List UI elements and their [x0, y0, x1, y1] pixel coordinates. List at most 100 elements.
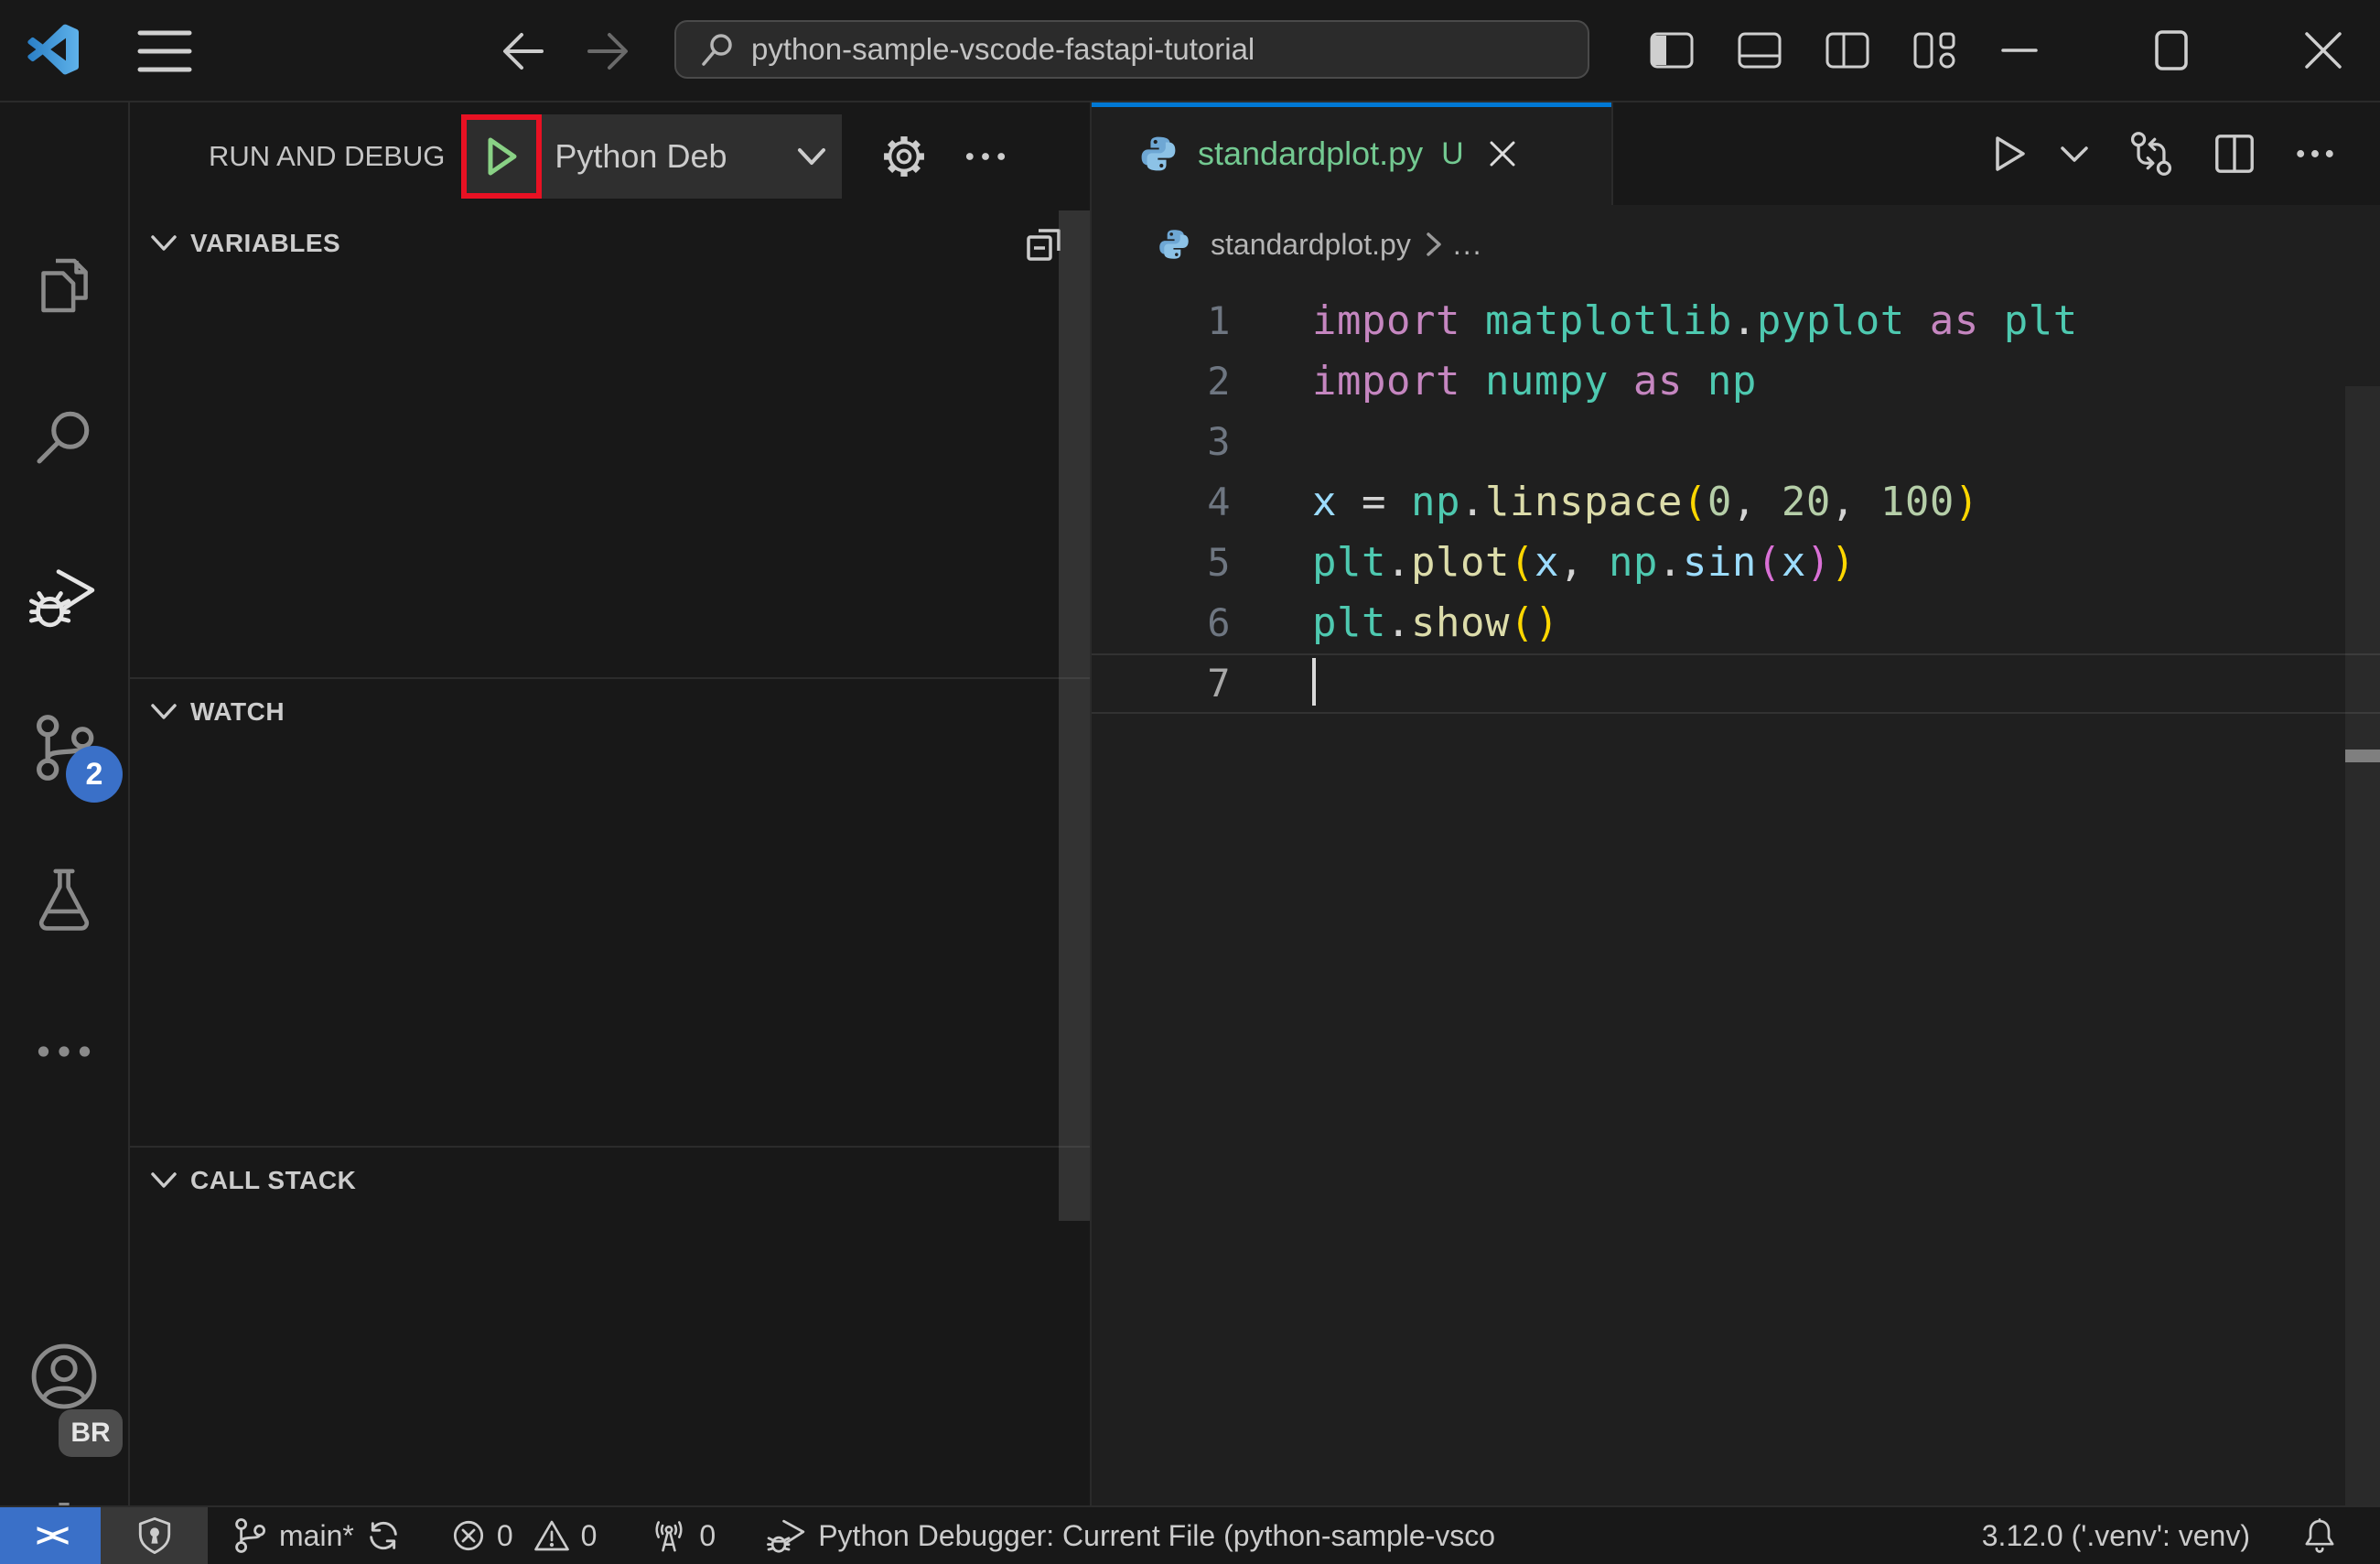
- line-number: 1: [1207, 298, 1231, 343]
- menu-icon[interactable]: [137, 27, 192, 75]
- broadcast-tower-icon: [650, 1516, 688, 1555]
- section-label: CALL STACK: [190, 1166, 357, 1194]
- ports-item[interactable]: 0: [650, 1516, 716, 1555]
- run-and-debug-icon[interactable]: [29, 562, 99, 631]
- close-tab-icon[interactable]: [1488, 139, 1517, 168]
- breadcrumb[interactable]: standardplot.py ...: [1092, 205, 2380, 284]
- search-icon: [700, 31, 737, 68]
- remote-indicator[interactable]: ><: [0, 1507, 101, 1564]
- line-number: 7: [1207, 661, 1231, 706]
- tab-standardplot[interactable]: standardplot.py U: [1092, 102, 1613, 205]
- notifications-bell-icon[interactable]: [2301, 1516, 2338, 1555]
- explorer-icon[interactable]: [31, 253, 97, 318]
- error-circle-icon: [451, 1518, 486, 1553]
- chevron-down-icon: [150, 233, 178, 253]
- python-file-icon: [1158, 228, 1190, 261]
- git-branch-item[interactable]: main*: [232, 1515, 402, 1556]
- close-icon[interactable]: [2303, 30, 2343, 70]
- debug-icon: [767, 1515, 807, 1556]
- watch-section-header[interactable]: WATCH: [130, 679, 1090, 745]
- sidebar-header: RUN AND DEBUG Python Deb: [130, 102, 1090, 210]
- code-line[interactable]: 7: [1092, 653, 2380, 714]
- editor-more-actions-icon[interactable]: [2294, 133, 2336, 175]
- split-editor-icon[interactable]: [2212, 131, 2257, 177]
- line-number: 5: [1207, 540, 1231, 585]
- chevron-down-icon: [150, 1170, 178, 1191]
- compare-changes-icon[interactable]: [2127, 130, 2175, 178]
- variables-section-header[interactable]: VARIABLES: [130, 210, 1090, 276]
- editor-scrollbar[interactable]: [2345, 386, 2380, 1518]
- code-line[interactable]: 2 import numpy as np: [1092, 351, 2380, 412]
- toggle-panel-icon[interactable]: [1736, 27, 1783, 74]
- editor-group: standardplot.py U standardplot.py ... 1 …: [1092, 102, 2380, 1518]
- vscode-logo-icon: [27, 24, 79, 75]
- toggle-primary-sidebar-icon[interactable]: [1648, 27, 1696, 74]
- additional-views-icon[interactable]: [31, 1019, 97, 1084]
- maximize-icon[interactable]: [2151, 30, 2192, 70]
- problems-item[interactable]: 0 0: [451, 1518, 598, 1553]
- section-label: WATCH: [190, 697, 285, 726]
- remote-icon: ><: [35, 1516, 70, 1554]
- code-line[interactable]: 1 import matplotlib.pyplot as plt: [1092, 291, 2380, 351]
- call-stack-section-header[interactable]: CALL STACK: [130, 1148, 1090, 1213]
- back-arrow-icon[interactable]: [501, 29, 545, 73]
- code-line[interactable]: 6 plt.show(): [1092, 593, 2380, 653]
- shield-icon: [136, 1515, 173, 1556]
- debug-config-value: Python Deb: [555, 137, 727, 175]
- editor-actions: [1987, 102, 2380, 205]
- minimize-icon[interactable]: [1999, 30, 2040, 70]
- call-stack-section: CALL STACK: [130, 1146, 1090, 1505]
- code-lines: 1 import matplotlib.pyplot as plt 2 import …: [1092, 291, 2380, 714]
- line-number: 6: [1207, 600, 1231, 645]
- code-line[interactable]: 5 plt.plot(x, np.sin(x)): [1092, 533, 2380, 593]
- text-cursor: [1312, 658, 1316, 706]
- toggle-secondary-sidebar-icon[interactable]: [1824, 27, 1871, 74]
- warning-count: 0: [580, 1518, 598, 1552]
- branch-name: main*: [279, 1518, 354, 1552]
- line-number: 3: [1207, 419, 1231, 464]
- command-center-search[interactable]: python-sample-vscode-fastapi-tutorial: [674, 20, 1589, 79]
- git-untracked-badge: U: [1441, 135, 1464, 171]
- source-control-badge: 2: [66, 746, 123, 803]
- chevron-right-icon: [1424, 231, 1444, 258]
- python-interpreter-item[interactable]: 3.12.0 ('.venv': venv): [1982, 1519, 2250, 1553]
- forward-arrow-icon[interactable]: [586, 29, 630, 73]
- git-branch-icon: [232, 1515, 268, 1556]
- code-line[interactable]: 3: [1092, 412, 2380, 472]
- views-more-actions-icon[interactable]: [963, 134, 1008, 179]
- search-value: python-sample-vscode-fastapi-tutorial: [751, 32, 1255, 66]
- accounts-icon[interactable]: [28, 1341, 100, 1412]
- breadcrumb-filename[interactable]: standardplot.py: [1211, 228, 1411, 262]
- line-number: 2: [1207, 359, 1231, 404]
- debug-config-dropdown[interactable]: Python Deb: [542, 114, 843, 199]
- section-label: VARIABLES: [190, 229, 341, 257]
- run-and-debug-sidebar: RUN AND DEBUG Python Deb VARIABLES WATCH…: [130, 102, 1092, 1505]
- debug-settings-gear-icon[interactable]: [880, 133, 928, 180]
- run-dropdown-chevron-icon[interactable]: [2058, 140, 2091, 167]
- search-view-icon[interactable]: [31, 404, 97, 469]
- watch-section: WATCH: [130, 677, 1090, 1146]
- testing-icon[interactable]: [30, 865, 98, 933]
- workspace-trust-item[interactable]: [101, 1507, 208, 1564]
- debug-config-text: Python Debugger: Current File (python-sa…: [818, 1518, 1496, 1552]
- start-debugging-button[interactable]: [461, 114, 543, 199]
- debug-config-item[interactable]: Python Debugger: Current File (python-sa…: [767, 1515, 1545, 1556]
- sync-icon[interactable]: [365, 1517, 402, 1554]
- tab-bar: standardplot.py U: [1092, 102, 2380, 205]
- sidebar-title: RUN AND DEBUG: [209, 140, 446, 172]
- error-count: 0: [496, 1518, 513, 1552]
- overview-ruler-cursor-mark: [2345, 750, 2380, 762]
- sidebar-scrollbar[interactable]: [1059, 210, 1090, 1221]
- code-line[interactable]: 4x = np.linspace(0, 20, 100): [1092, 472, 2380, 533]
- vscode-window: python-sample-vscode-fastapi-tutorial 2 …: [0, 0, 2380, 1564]
- profile-badge: BR: [59, 1409, 123, 1457]
- run-python-file-icon[interactable]: [1987, 132, 2030, 176]
- customize-layout-icon[interactable]: [1912, 27, 1959, 74]
- line-number: 4: [1207, 480, 1231, 524]
- chevron-down-icon: [150, 702, 178, 722]
- title-bar: python-sample-vscode-fastapi-tutorial: [0, 0, 2380, 102]
- code-editor[interactable]: 1 import matplotlib.pyplot as plt 2 import …: [1092, 284, 2380, 1518]
- breadcrumb-symbol-more[interactable]: ...: [1453, 228, 1483, 262]
- ports-count: 0: [699, 1518, 716, 1552]
- active-tab-indicator: [1092, 102, 1611, 107]
